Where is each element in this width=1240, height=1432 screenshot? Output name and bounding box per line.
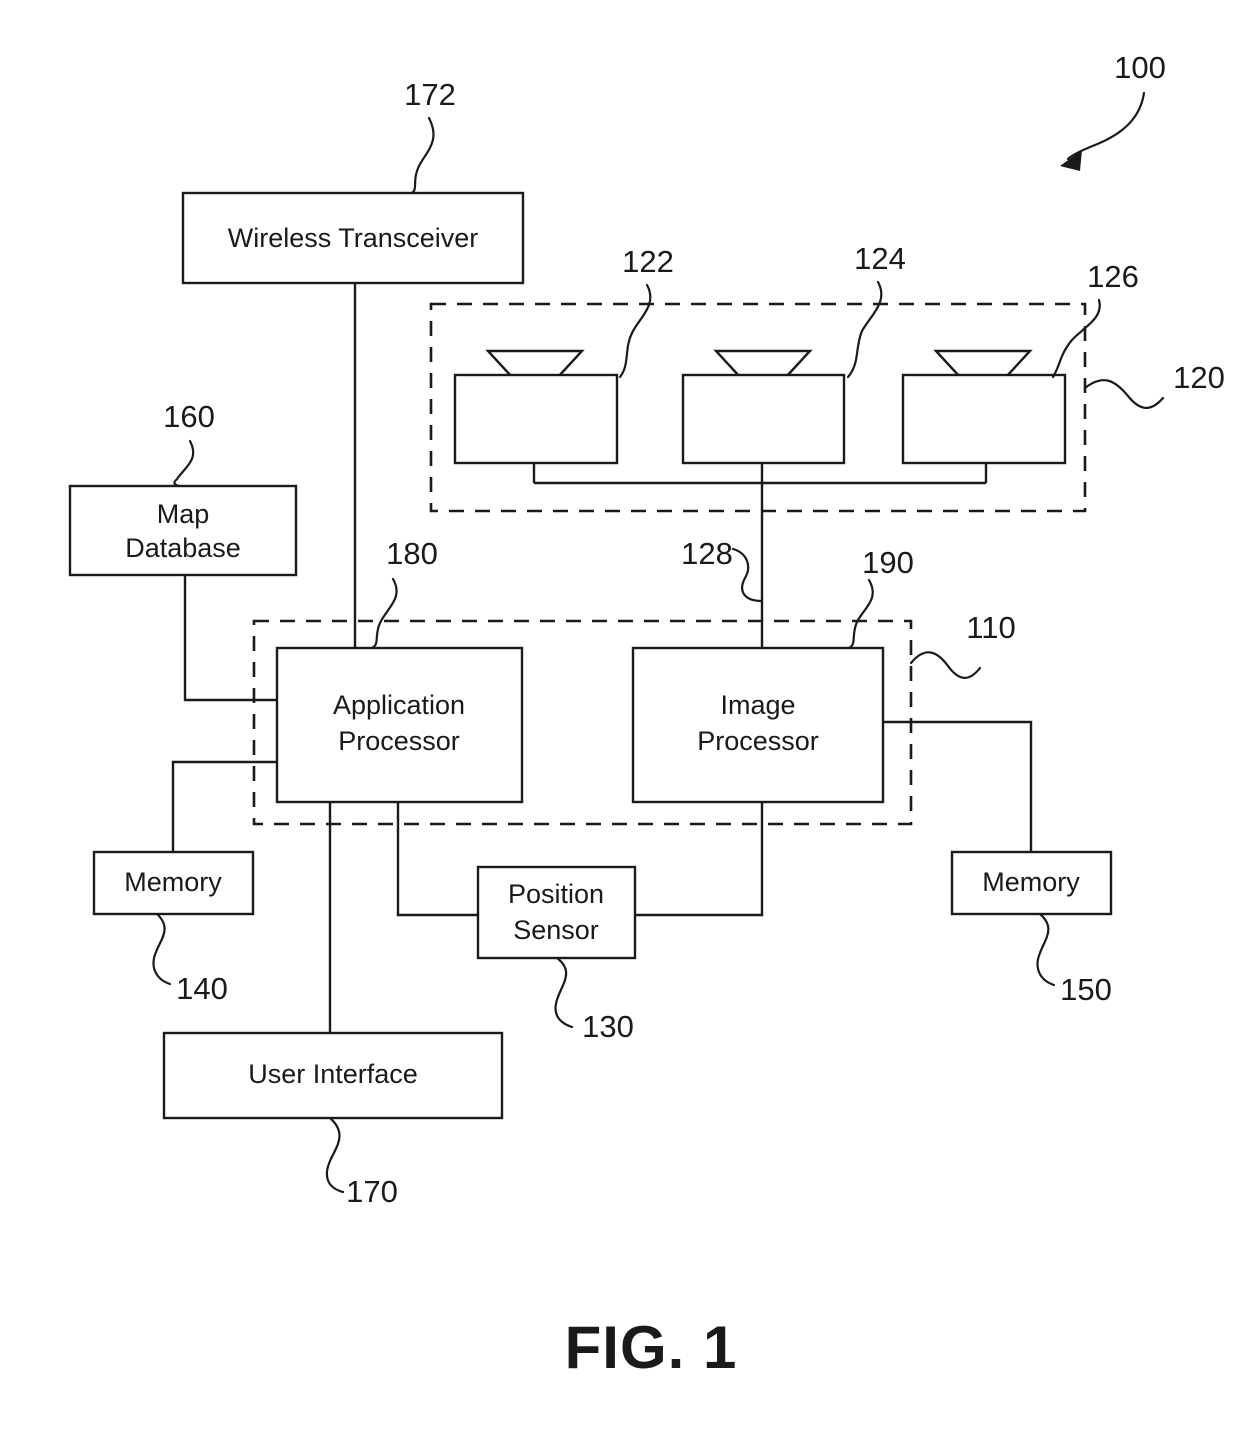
leader-line (325, 1116, 345, 1194)
ref-number-160: 160 (163, 399, 215, 434)
camera-lens-icon (933, 349, 1033, 379)
memory-left-label: Memory (124, 867, 222, 897)
image-processor-label-line1: Image (720, 690, 795, 720)
ref-callout-122: 122 (618, 244, 674, 379)
block-memory-left[interactable]: Memory (92, 850, 255, 916)
leader-line (152, 912, 172, 986)
ref-callout-180: 180 (370, 536, 438, 650)
block-memory-right[interactable]: Memory (950, 850, 1113, 916)
figure-caption: FIG. 1 (565, 1314, 738, 1381)
leader-line (1036, 912, 1056, 987)
ref-number-140: 140 (176, 971, 228, 1006)
camera-body (453, 373, 619, 465)
ref-callout-150: 150 (1036, 912, 1112, 1007)
arrow-head-icon (1060, 150, 1082, 171)
ref-callout-170: 170 (325, 1116, 398, 1209)
image-processor-label-line2: Processor (697, 726, 819, 756)
ref-callout-126: 126 (1051, 259, 1139, 379)
application-processor-label-line1: Application (333, 690, 465, 720)
ref-number-124: 124 (854, 241, 906, 276)
map-database-label-line1: Map (157, 499, 210, 529)
leader-line (410, 116, 435, 195)
wireless-transceiver-label: Wireless Transceiver (228, 223, 479, 253)
wire-position-sensor-to-image-processor (635, 802, 764, 917)
block-outline (631, 646, 885, 804)
ref-number-128: 128 (681, 536, 733, 571)
leader-line (909, 651, 982, 679)
leader-line (731, 547, 764, 603)
position-sensor-label-line1: Position (508, 879, 604, 909)
ref-callout-160: 160 (163, 399, 215, 488)
ref-number-122: 122 (622, 244, 674, 279)
ref-number-120: 120 (1173, 360, 1225, 395)
leader-line (847, 578, 874, 650)
ref-number-180: 180 (386, 536, 438, 571)
wire-application-processor-to-position-sensor (396, 802, 478, 917)
ref-number-190: 190 (862, 545, 914, 580)
ref-callout-128: 128 (681, 536, 764, 603)
block-position-sensor[interactable]: Position Sensor (476, 865, 637, 960)
figure-canvas: Wireless Transceiver Map Database Applic… (68, 50, 1225, 1381)
leader-line (173, 439, 195, 488)
block-outline (275, 646, 524, 804)
ref-callout-124: 124 (846, 241, 906, 379)
ref-number-100: 100 (1114, 50, 1166, 85)
ref-callout-190: 190 (847, 545, 914, 650)
patent-figure-1: Wireless Transceiver Map Database Applic… (0, 0, 1240, 1432)
ref-number-130: 130 (582, 1009, 634, 1044)
ref-number-170: 170 (346, 1174, 398, 1209)
map-database-label-line2: Database (125, 533, 241, 563)
position-sensor-label-line2: Sensor (513, 915, 599, 945)
block-map-database[interactable]: Map Database (68, 484, 298, 577)
user-interface-label: User Interface (248, 1059, 418, 1089)
leader-line (554, 956, 574, 1029)
ref-number-126: 126 (1087, 259, 1139, 294)
ref-callout-172: 172 (404, 77, 456, 195)
leader-line (846, 280, 883, 379)
leader-line (1051, 298, 1101, 379)
leader-line (618, 283, 652, 379)
leader-line (1083, 379, 1165, 409)
ref-number-172: 172 (404, 77, 456, 112)
ref-callout-140: 140 (152, 912, 228, 1006)
wire-map-database-to-application-processor (183, 575, 277, 702)
ref-callout-100: 100 (1060, 50, 1166, 171)
ref-callout-110: 110 (909, 610, 1016, 679)
camera-body (901, 373, 1067, 465)
ref-number-150: 150 (1060, 972, 1112, 1007)
wire-application-processor-to-memory-left (171, 760, 277, 852)
block-user-interface[interactable]: User Interface (162, 1031, 504, 1120)
block-image-processor[interactable]: Image Processor (631, 646, 885, 804)
ref-number-110: 110 (966, 610, 1015, 645)
ref-callout-130: 130 (554, 956, 634, 1044)
camera-lens-icon (713, 349, 813, 379)
wire-image-processor-to-memory-right (883, 720, 1033, 852)
camera-unit-122[interactable] (453, 349, 619, 465)
camera-body (681, 373, 846, 465)
block-wireless-transceiver[interactable]: Wireless Transceiver (181, 191, 525, 285)
camera-unit-124[interactable] (681, 349, 846, 465)
camera-lens-icon (485, 349, 585, 379)
block-application-processor[interactable]: Application Processor (275, 646, 524, 804)
memory-right-label: Memory (982, 867, 1080, 897)
application-processor-label-line2: Processor (338, 726, 460, 756)
leader-line (1066, 91, 1146, 161)
camera-unit-126[interactable] (901, 349, 1067, 465)
ref-callout-120: 120 (1083, 360, 1225, 409)
leader-line (370, 577, 398, 650)
